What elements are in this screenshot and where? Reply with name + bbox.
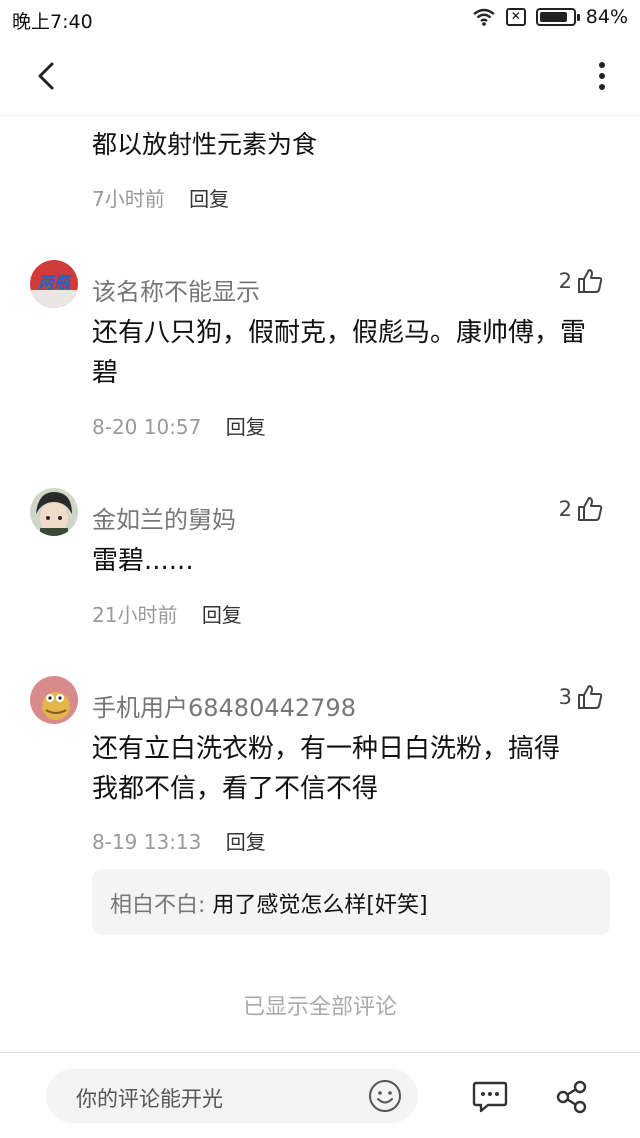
comment-text: 雷碧...... bbox=[92, 541, 612, 581]
avatar[interactable]: 两瓶 bbox=[30, 260, 78, 308]
battery-fill bbox=[539, 12, 567, 22]
comment-input-placeholder: 你的评论能开光 bbox=[76, 1087, 223, 1111]
comment-username[interactable]: 手机用户68480442798 bbox=[92, 688, 356, 723]
battery-icon bbox=[535, 8, 580, 26]
like-count: 2 bbox=[558, 269, 572, 293]
thumbs-up-icon bbox=[578, 269, 603, 293]
bottom-bar: 你的评论能开光 bbox=[0, 1052, 640, 1138]
comment-text-line: 还有八只狗，假耐克，假彪马。康帅傅，雷 bbox=[92, 318, 587, 348]
reply-button[interactable]: 回复 bbox=[226, 830, 266, 854]
thumbs-up-icon bbox=[578, 497, 603, 521]
like-button[interactable]: 2 bbox=[559, 495, 604, 523]
emoji-icon[interactable] bbox=[368, 1079, 402, 1113]
like-button[interactable]: 2 bbox=[559, 267, 604, 295]
like-button[interactable]: 3 bbox=[559, 683, 604, 711]
comment-feed[interactable]: 都以放射性元素为食 7小时前 回复 两瓶 该名称不能显示 2 还有八只狗，假耐克… bbox=[0, 117, 640, 1052]
back-arrow-icon[interactable] bbox=[28, 56, 68, 96]
comment-input[interactable]: 你的评论能开光 bbox=[46, 1069, 418, 1123]
comment-meta: 8-19 13:13 回复 bbox=[92, 826, 266, 855]
comment-time: 21小时前 bbox=[92, 603, 178, 627]
avatar-anime-character-icon bbox=[30, 488, 78, 536]
comment-meta: 8-20 10:57 回复 bbox=[92, 411, 266, 440]
comment-username[interactable]: 该名称不能显示 bbox=[92, 272, 260, 307]
comment-time: 7小时前 bbox=[92, 187, 165, 211]
like-count: 3 bbox=[558, 685, 572, 709]
status-bar: 晚上7:40 ✕ 84% bbox=[0, 0, 640, 36]
nav-bar bbox=[0, 36, 640, 116]
wifi-icon bbox=[473, 8, 495, 26]
avatar[interactable] bbox=[30, 488, 78, 536]
no-sim-icon: ✕ bbox=[505, 8, 526, 26]
sub-reply[interactable]: 相白不白: 用了感觉怎么样[奸笑] bbox=[92, 869, 610, 935]
all-comments-shown-label: 已显示全部评论 bbox=[242, 995, 397, 1020]
sub-reply-text: 用了感觉怎么样[奸笑] bbox=[212, 893, 428, 918]
reply-button[interactable]: 回复 bbox=[202, 603, 242, 627]
sub-reply-user[interactable]: 相白不白: bbox=[110, 893, 205, 918]
status-time: 晚上7:40 bbox=[12, 11, 93, 33]
share-icon[interactable] bbox=[554, 1079, 590, 1115]
clipped-comment-text: 都以放射性元素为食 bbox=[92, 130, 318, 159]
avatar-cartoon-creature-icon bbox=[30, 676, 78, 724]
comment-time: 8-19 13:13 bbox=[92, 830, 202, 854]
comment-text-line: 碧 bbox=[92, 358, 119, 388]
comment-username[interactable]: 金如兰的舅妈 bbox=[92, 500, 236, 535]
reply-button[interactable]: 回复 bbox=[226, 415, 266, 439]
comment-bubble-icon[interactable] bbox=[472, 1079, 508, 1113]
comment-meta: 21小时前 回复 bbox=[92, 599, 242, 628]
thumbs-up-icon bbox=[578, 685, 603, 709]
avatar[interactable] bbox=[30, 676, 78, 724]
more-options-icon[interactable] bbox=[590, 56, 614, 96]
status-icons: ✕ 84% bbox=[472, 6, 628, 28]
comment-text-line: 还有立白洗衣粉，有一种日白洗粉，搞得 bbox=[92, 734, 561, 764]
comment-text-line: 我都不信，看了不信不得 bbox=[92, 774, 379, 804]
comment-meta: 7小时前 回复 bbox=[92, 183, 229, 212]
comment-time: 8-20 10:57 bbox=[92, 415, 202, 439]
svg-text:两瓶: 两瓶 bbox=[38, 273, 73, 292]
like-count: 2 bbox=[558, 497, 572, 521]
comment-text: 还有立白洗衣粉，有一种日白洗粉，搞得 我都不信，看了不信不得 bbox=[92, 729, 612, 809]
comment-text-line: 雷碧...... bbox=[92, 546, 194, 576]
reply-button[interactable]: 回复 bbox=[189, 187, 229, 211]
comment-text: 还有八只狗，假耐克，假彪马。康帅傅，雷 碧 bbox=[92, 313, 612, 393]
battery-percent: 84% bbox=[585, 6, 628, 28]
avatar-red-logo-icon: 两瓶 bbox=[30, 260, 78, 308]
